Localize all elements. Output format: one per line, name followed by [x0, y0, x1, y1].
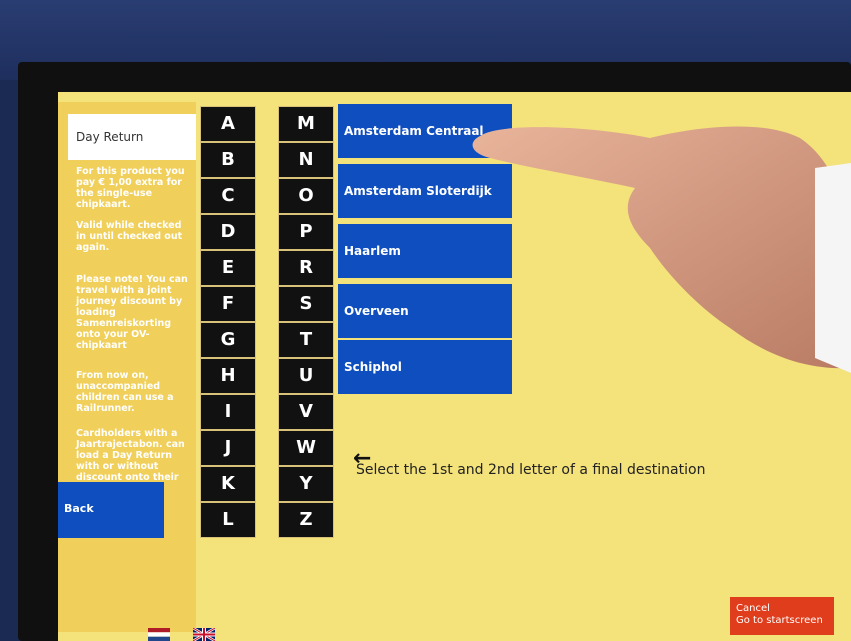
letter-key-i[interactable]: I: [200, 394, 256, 430]
letter-key-m[interactable]: M: [278, 106, 334, 142]
pointing-hand-photo: [472, 126, 851, 373]
selected-product: Day Return: [68, 114, 196, 160]
letter-key-z[interactable]: Z: [278, 502, 334, 538]
letter-key-p[interactable]: P: [278, 214, 334, 250]
uk-flag-icon[interactable]: [193, 628, 215, 641]
letter-key-n[interactable]: N: [278, 142, 334, 178]
letter-key-u[interactable]: U: [278, 358, 334, 394]
instruction-text: Select the 1st and 2nd letter of a final…: [356, 462, 706, 478]
letter-key-d[interactable]: D: [200, 214, 256, 250]
letter-key-l[interactable]: L: [200, 502, 256, 538]
letter-key-r[interactable]: R: [278, 250, 334, 286]
info-panel: Day Return For this product you pay € 1,…: [58, 102, 196, 632]
letter-key-k[interactable]: K: [200, 466, 256, 502]
letter-key-e[interactable]: E: [200, 250, 256, 286]
cancel-label: Cancel: [736, 603, 770, 614]
letter-key-c[interactable]: C: [200, 178, 256, 214]
letter-column-m-z: MNOPRSTUVWYZ: [278, 106, 334, 538]
go-to-startscreen-label: Go to startscreen: [736, 615, 823, 626]
back-button[interactable]: Back: [58, 482, 164, 538]
info-text-validity: Valid while checked in until checked out…: [76, 220, 183, 253]
letter-key-g[interactable]: G: [200, 322, 256, 358]
letter-key-a[interactable]: A: [200, 106, 256, 142]
letter-key-b[interactable]: B: [200, 142, 256, 178]
info-text-extra-fee: For this product you pay € 1,00 extra fo…: [76, 166, 185, 210]
letter-key-w[interactable]: W: [278, 430, 334, 466]
letter-key-t[interactable]: T: [278, 322, 334, 358]
letter-key-j[interactable]: J: [200, 430, 256, 466]
letter-key-v[interactable]: V: [278, 394, 334, 430]
cancel-button[interactable]: Cancel Go to startscreen: [730, 597, 834, 635]
letter-key-f[interactable]: F: [200, 286, 256, 322]
letter-key-s[interactable]: S: [278, 286, 334, 322]
dutch-flag-icon[interactable]: [148, 628, 170, 641]
letter-column-a-l: ABCDEFGHIJKL: [200, 106, 256, 538]
letter-key-y[interactable]: Y: [278, 466, 334, 502]
info-text-joint-discount: Please note! You can travel with a joint…: [76, 274, 188, 351]
letter-key-o[interactable]: O: [278, 178, 334, 214]
info-text-railrunner: From now on, unaccompanied children can …: [76, 370, 174, 414]
letter-key-h[interactable]: H: [200, 358, 256, 394]
